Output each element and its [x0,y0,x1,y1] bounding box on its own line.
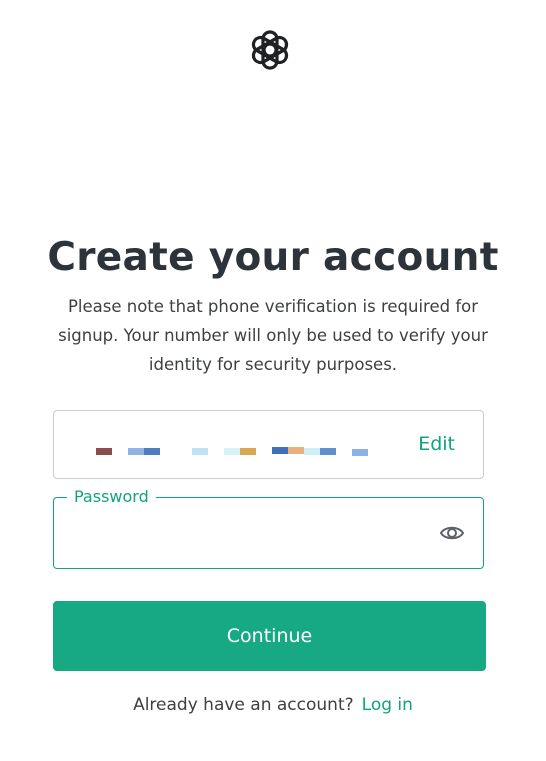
login-link[interactable]: Log in [362,695,413,715]
edit-phone-link[interactable]: Edit [418,431,455,457]
page-subtitle: Please note that phone verification is r… [58,297,488,374]
login-prompt: Already have an account? Log in [0,693,546,717]
continue-button[interactable]: Continue [53,601,486,671]
phone-number-field: Edit [53,410,484,479]
password-field: Password [53,486,484,569]
login-prompt-text: Already have an account? [133,695,354,715]
redacted-phone-number [94,446,384,460]
openai-logo-icon [248,28,292,72]
password-input[interactable] [70,520,414,550]
password-label: Password [67,486,156,508]
eye-icon[interactable] [439,522,465,544]
page-title: Create your account [47,235,499,280]
